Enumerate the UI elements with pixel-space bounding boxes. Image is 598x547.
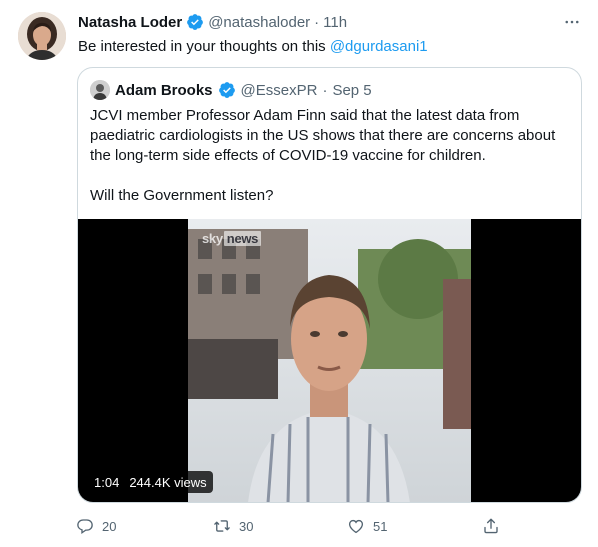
video-info-badge: 1:04 244.4K views: [88, 471, 213, 493]
sky-logo-text: sky: [202, 231, 223, 246]
retweet-button[interactable]: 30: [213, 514, 253, 538]
video-thumbnail: [188, 219, 471, 502]
quoted-tweet[interactable]: Adam Brooks @EssexPR · Sep 5 JCVI member…: [77, 67, 582, 503]
tweet-header: Natasha Loder @natashaloder · 11h: [78, 13, 347, 31]
mention-link[interactable]: @dgurdasani1: [330, 38, 428, 55]
author-avatar-image: [18, 12, 66, 60]
sky-news-logo: sky news: [202, 231, 262, 246]
author-handle[interactable]: @natashaloder: [208, 14, 310, 31]
like-button[interactable]: 51: [347, 514, 387, 538]
reply-icon: [76, 517, 94, 535]
video-player[interactable]: sky news 1:04 244.4K views: [78, 219, 581, 502]
separator-dot: ·: [322, 81, 328, 99]
quoted-author-avatar[interactable]: [90, 80, 110, 100]
like-icon: [347, 517, 365, 535]
quoted-tweet-text: JCVI member Professor Adam Finn said tha…: [90, 106, 574, 206]
reply-count: 20: [102, 518, 117, 534]
quoted-author-name[interactable]: Adam Brooks: [115, 82, 213, 99]
quoted-tweet-date[interactable]: Sep 5: [332, 82, 371, 99]
verified-badge-icon: [218, 81, 236, 99]
quoted-tweet-header: Adam Brooks @EssexPR · Sep 5: [90, 80, 372, 100]
retweet-count: 30: [239, 518, 254, 534]
reply-button[interactable]: 20: [76, 514, 116, 538]
video-views: 244.4K views: [129, 474, 207, 490]
tweet-text-body: Be interested in your thoughts on this: [78, 38, 330, 55]
quoted-paragraph-2: Will the Government listen?: [90, 187, 274, 204]
author-name[interactable]: Natasha Loder: [78, 14, 182, 31]
like-count: 51: [373, 518, 388, 534]
separator-dot: ·: [314, 13, 320, 31]
video-duration: 1:04: [94, 474, 120, 490]
retweet-icon: [213, 517, 231, 535]
quoted-author-handle[interactable]: @EssexPR: [241, 82, 318, 99]
author-avatar[interactable]: [18, 12, 66, 60]
share-icon: [482, 517, 500, 535]
tweet-actions: 20 30 51: [76, 514, 506, 538]
tweet[interactable]: Natasha Loder @natashaloder · 11h Be int…: [0, 0, 598, 547]
news-logo-text: news: [223, 231, 262, 246]
quoted-paragraph-1: JCVI member Professor Adam Finn said tha…: [90, 107, 556, 164]
more-icon[interactable]: [560, 12, 584, 32]
tweet-text: Be interested in your thoughts on this @…: [78, 37, 428, 57]
share-button[interactable]: [482, 514, 500, 538]
verified-badge-icon: [186, 13, 204, 31]
tweet-time[interactable]: 11h: [323, 14, 347, 31]
